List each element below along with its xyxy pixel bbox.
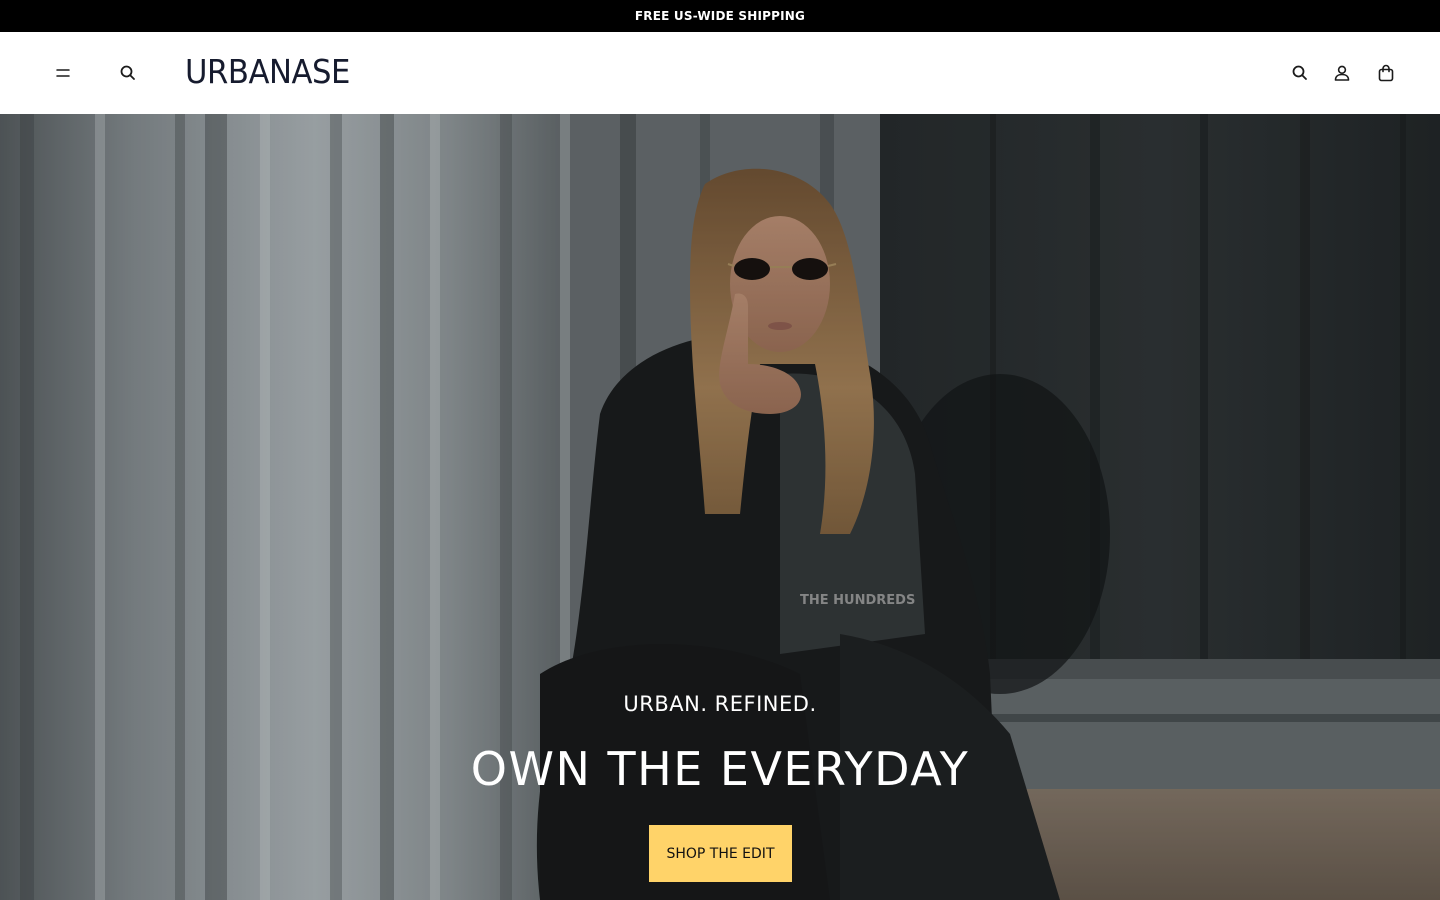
hero-banner: THE HUNDREDS URBAN. REFINED. OWN THE EVE… — [0, 114, 1440, 900]
account-button[interactable] — [1326, 57, 1358, 89]
search-icon — [120, 65, 135, 80]
search-icon — [1292, 65, 1307, 80]
shopping-bag-icon — [1378, 64, 1394, 82]
user-icon — [1334, 65, 1350, 81]
hamburger-menu-icon — [56, 69, 70, 77]
site-header: URBANASE — [0, 32, 1440, 114]
menu-button[interactable] — [47, 57, 79, 89]
search-button-left[interactable] — [112, 57, 144, 89]
cart-button[interactable] — [1370, 57, 1402, 89]
announcement-bar: FREE US-WIDE SHIPPING — [0, 0, 1440, 32]
hero-title: OWN THE EVERYDAY — [470, 742, 970, 796]
site-logo[interactable]: URBANASE — [185, 52, 350, 92]
shop-the-edit-button[interactable]: SHOP THE EDIT — [649, 825, 792, 882]
announcement-text: FREE US-WIDE SHIPPING — [634, 9, 806, 23]
hero-subtitle: URBAN. REFINED. — [623, 692, 817, 716]
search-button[interactable] — [1284, 57, 1316, 89]
